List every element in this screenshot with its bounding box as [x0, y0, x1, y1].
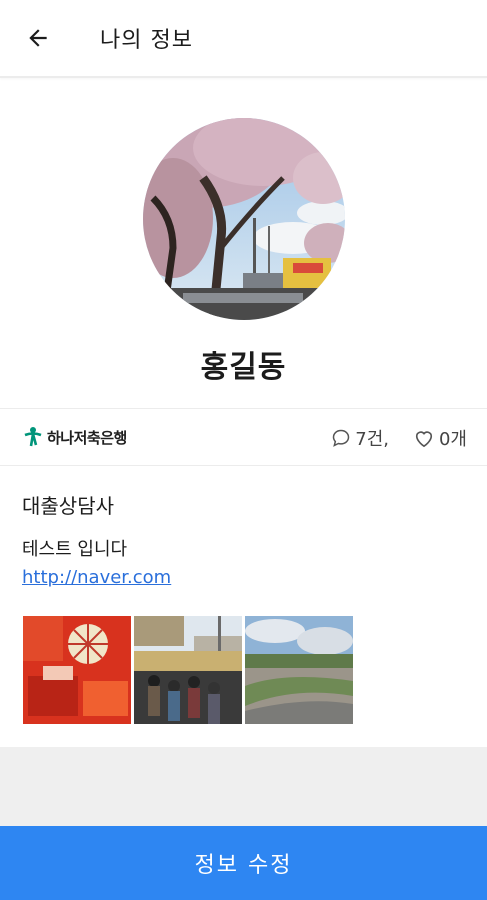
profile-name: 홍길동: [200, 350, 287, 385]
like-count[interactable]: 0개: [413, 425, 467, 451]
comment-count-text: 7건,: [355, 429, 389, 450]
like-count-text: 0개: [438, 429, 467, 450]
info-bar: 하나저축은행 7건, 0개: [0, 408, 487, 466]
bank-name: 하나저축은행: [47, 428, 127, 447]
job-title: 대출상담사: [22, 494, 114, 518]
footer-spacer: [0, 747, 487, 826]
back-button[interactable]: [18, 20, 58, 56]
comment-count[interactable]: 7건,: [331, 425, 389, 451]
photo-thumbnail-3[interactable]: [245, 616, 353, 724]
comment-icon: [332, 429, 350, 447]
heart-icon: [415, 431, 433, 448]
profile-avatar: [143, 118, 345, 320]
profile-link[interactable]: http://naver.com: [22, 567, 171, 588]
bank-info: 하나저축은행: [20, 424, 127, 450]
page-title: 나의 정보: [100, 28, 193, 53]
photo-thumbnail-1[interactable]: [23, 616, 131, 724]
bank-logo-icon: [24, 427, 42, 447]
photo-gallery: [23, 616, 356, 724]
description: 테스트 입니다: [22, 539, 128, 560]
arrow-left-icon: [29, 29, 47, 47]
edit-info-button[interactable]: 정보 수정: [0, 826, 487, 900]
photo-thumbnail-2[interactable]: [134, 616, 242, 724]
app-header: 나의 정보: [0, 0, 487, 78]
stats: 7건, 0개: [331, 425, 467, 451]
